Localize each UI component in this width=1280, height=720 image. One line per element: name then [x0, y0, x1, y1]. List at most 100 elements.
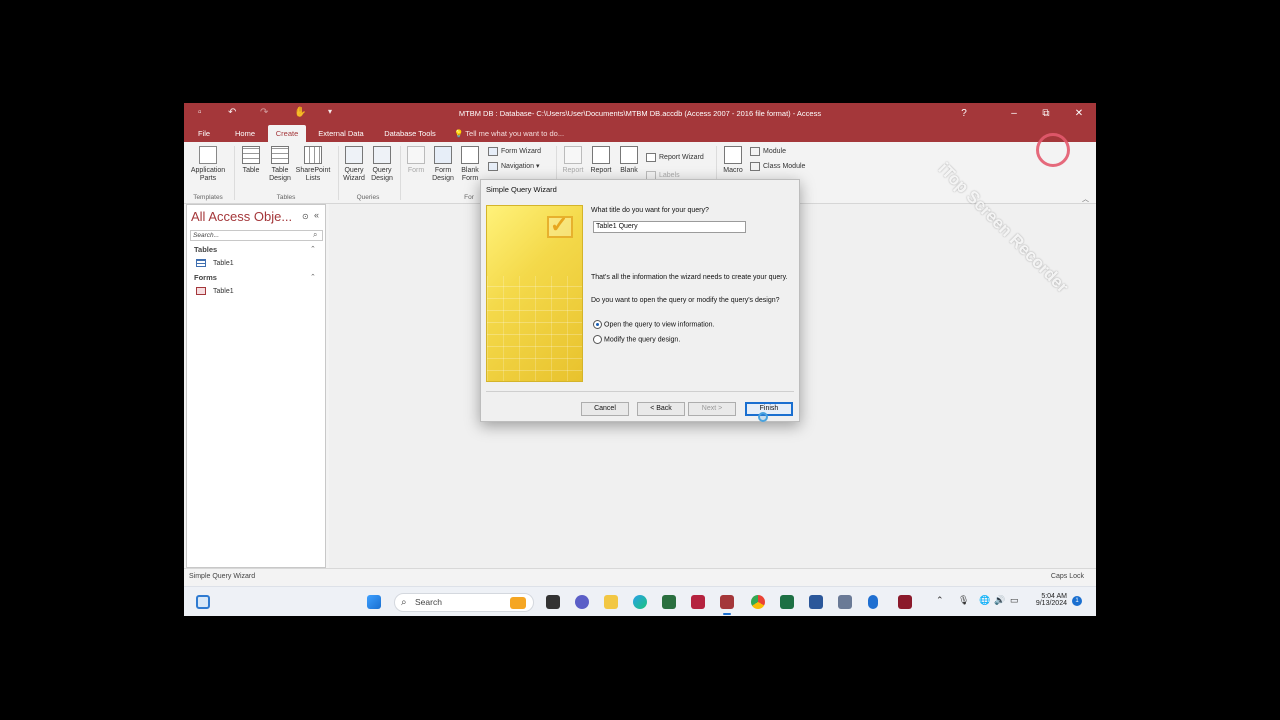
report-wizard-icon	[646, 152, 656, 162]
globe-icon[interactable]: 🌐	[979, 595, 990, 606]
microphone-icon[interactable]: 🎙	[958, 595, 969, 606]
finish-button[interactable]: Finish	[745, 402, 793, 416]
cancel-button[interactable]: Cancel	[581, 402, 629, 416]
minimize-button[interactable]: –	[1004, 106, 1024, 122]
search-icon: ⌕	[401, 597, 407, 608]
ribbon-tabs: File Home Create External Data Database …	[184, 125, 1096, 142]
report-button[interactable]: Report	[560, 146, 586, 175]
lightbulb-icon: 💡	[454, 129, 464, 138]
table-icon	[242, 146, 260, 164]
report-design-icon	[592, 146, 610, 164]
sharepoint-lists-button[interactable]: SharePoint Lists	[292, 146, 334, 183]
maximize-button[interactable]: ⧉	[1036, 106, 1056, 122]
collapse-icon[interactable]: ⌃	[310, 273, 316, 281]
search-highlight-icon[interactable]	[510, 597, 526, 609]
module-button[interactable]: Module	[750, 146, 786, 158]
edge-icon[interactable]	[633, 595, 647, 609]
tab-create[interactable]: Create	[268, 125, 306, 142]
blank-form-button[interactable]: Blank Form	[458, 146, 482, 183]
query-wizard-button[interactable]: Query Wizard	[341, 146, 367, 183]
battery-icon[interactable]: ▭	[1010, 595, 1019, 606]
radio-open-query[interactable]: Open the query to view information.	[593, 320, 715, 329]
status-bar: Simple Query Wizard Caps Lock	[184, 568, 1096, 586]
group-tables-label: Tables	[276, 194, 296, 201]
screen-recorder-icon[interactable]	[691, 595, 705, 609]
help-icon[interactable]: ?	[954, 106, 974, 122]
caps-lock-indicator: Caps Lock	[1050, 573, 1084, 580]
nav-item-table1[interactable]: Table1	[196, 259, 234, 267]
volume-icon[interactable]: 🔊	[994, 595, 1005, 606]
word-icon[interactable]	[809, 595, 823, 609]
dialog-divider	[486, 391, 794, 392]
file-explorer-icon[interactable]	[604, 595, 618, 609]
query-design-button[interactable]: Query Design	[368, 146, 396, 183]
table-button[interactable]: Table	[240, 146, 262, 175]
class-module-button[interactable]: Class Module	[750, 161, 805, 173]
application-parts-button[interactable]: Application Parts	[188, 146, 228, 183]
widgets-icon[interactable]	[196, 595, 210, 609]
macro-button[interactable]: Macro	[720, 146, 746, 175]
navigation-pane: All Access Obje... ⊙ « Search... ⌕ Table…	[186, 204, 326, 568]
nav-pane-title[interactable]: All Access Obje...	[191, 209, 292, 224]
close-button[interactable]: ✕	[1069, 106, 1089, 122]
access-icon[interactable]	[720, 595, 734, 609]
collapse-icon[interactable]: ⌃	[310, 245, 316, 253]
application-parts-icon	[199, 146, 217, 164]
chrome-icon[interactable]	[751, 595, 765, 609]
windows-start-icon[interactable]	[367, 595, 381, 609]
form-design-button[interactable]: Form Design	[430, 146, 456, 183]
clock-time: 5:04 AM	[1041, 593, 1067, 600]
nav-search-input[interactable]: Search...	[190, 230, 323, 241]
report-design-button[interactable]: Report	[588, 146, 614, 175]
simple-query-wizard-dialog: Simple Query Wizard ✓ What title do you …	[480, 179, 800, 422]
next-button[interactable]: Next >	[688, 402, 736, 416]
navigation-button[interactable]: Navigation ▾	[488, 161, 540, 173]
task-view-icon[interactable]	[546, 595, 560, 609]
table-design-button[interactable]: Table Design	[266, 146, 294, 183]
ribbon-separator	[234, 146, 235, 200]
photos-icon[interactable]	[838, 595, 852, 609]
collapse-ribbon-icon[interactable]: ︿	[1082, 194, 1089, 204]
search-icon[interactable]: ⌕	[313, 230, 317, 240]
tell-me-search[interactable]: 💡 Tell me what you want to do...	[454, 125, 564, 142]
tab-home[interactable]: Home	[228, 125, 262, 142]
form-button[interactable]: Form	[404, 146, 428, 175]
chevron-up-icon[interactable]: ⌃	[936, 595, 944, 606]
taskbar: ⌕ Search ⌃ 🎙 🌐 🔊 ▭ 5:04 AM 9/13/2024 1	[184, 586, 1096, 616]
bluetooth-icon[interactable]	[868, 595, 878, 609]
access-window: ▫ ↶ ↷ ✋ ▾ MTBM DB : Database- C:\Users\U…	[184, 103, 1096, 616]
clock[interactable]: 5:04 AM 9/13/2024	[1029, 593, 1067, 607]
macro-icon	[724, 146, 742, 164]
nav-item-form-table1[interactable]: Table1	[196, 287, 234, 295]
nav-category-forms[interactable]: Forms	[194, 273, 217, 282]
blank-form-icon	[461, 146, 479, 164]
tab-database-tools[interactable]: Database Tools	[378, 125, 442, 142]
notification-badge[interactable]: 1	[1072, 596, 1082, 606]
excel-icon[interactable]	[780, 595, 794, 609]
teams-icon[interactable]	[575, 595, 589, 609]
back-button[interactable]: < Back	[637, 402, 685, 416]
title-bar: ▫ ↶ ↷ ✋ ▾ MTBM DB : Database- C:\Users\U…	[184, 103, 1096, 125]
form-icon	[196, 287, 206, 295]
open-or-modify-question: Do you want to open the query or modify …	[591, 297, 780, 304]
query-title-input[interactable]: Table1 Query	[593, 221, 746, 233]
checkmark-icon: ✓	[550, 212, 569, 237]
nav-menu-icon[interactable]: ⊙	[302, 212, 309, 221]
radio-modify-design[interactable]: Modify the query design.	[593, 335, 680, 344]
tab-external-data[interactable]: External Data	[312, 125, 370, 142]
nav-category-tables[interactable]: Tables	[194, 245, 217, 254]
wizard-art-icon: ✓	[486, 205, 583, 382]
ribbon-separator	[338, 146, 339, 200]
group-queries-label: Queries	[356, 194, 380, 201]
grid-art	[487, 276, 582, 381]
shutter-bar-icon[interactable]: «	[314, 210, 319, 220]
form-wizard-button[interactable]: Form Wizard	[488, 146, 541, 158]
report-wizard-button[interactable]: Report Wizard	[646, 152, 704, 164]
blank-report-button[interactable]: Blank	[616, 146, 642, 175]
store-icon[interactable]	[662, 595, 676, 609]
form-wizard-icon	[488, 146, 498, 156]
app-icon[interactable]	[898, 595, 912, 609]
query-wizard-icon	[345, 146, 363, 164]
report-icon	[564, 146, 582, 164]
tab-file[interactable]: File	[192, 125, 216, 142]
